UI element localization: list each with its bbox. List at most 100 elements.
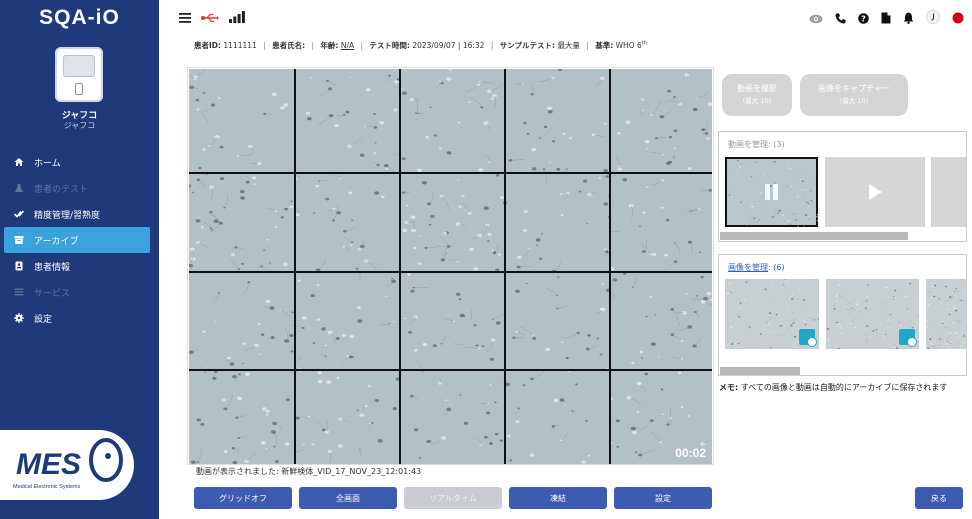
patient-id-label: 患者ID: (194, 41, 222, 50)
back-button[interactable]: 戻る (915, 487, 963, 509)
record-video-button[interactable]: 動画を撮影 (最大 10) (722, 74, 792, 116)
patient-name-label: 患者氏名: (272, 41, 306, 50)
sidebar-item-label: アーカイブ (34, 236, 79, 247)
images-scrollbar[interactable] (720, 367, 800, 375)
flask-icon (14, 183, 24, 193)
double-check-icon (13, 209, 25, 219)
memo-note: メモ: すべての画像と動画は自動的にアーカイブに保存されます (719, 382, 967, 394)
manage-videos-title: 動画を管理: (3) (728, 140, 785, 149)
capture-image-label: 画像をキャプチャー (818, 84, 890, 93)
video-thumbnail[interactable] (931, 157, 966, 227)
sidebar-item-label: 患者情報 (34, 262, 71, 273)
standard-superscript: th (641, 40, 647, 47)
sperm-cells-texture (189, 69, 712, 464)
video-settings-button[interactable]: 設定 (614, 487, 712, 509)
sidebar-item-label: サービス (34, 288, 71, 299)
sidebar-nav: ホーム 患者のテスト 精度管理/習熟度 アーカイブ 患者情報 サービス 設定 (4, 149, 150, 331)
bell-icon[interactable] (903, 9, 914, 28)
device-subname: ジャフコ (63, 121, 96, 130)
capture-buttons: 動画を撮影 (最大 10) 画像をキャプチャー (最大 10) (722, 74, 908, 116)
user-icon[interactable] (926, 9, 940, 28)
list-icon (14, 287, 24, 297)
freeze-button[interactable]: 凍結 (509, 487, 607, 509)
videos-scrollbar[interactable] (720, 232, 908, 240)
sidebar-item-label: 患者のテスト (34, 184, 89, 195)
standard-value: WHO 6 (615, 41, 642, 50)
status-dot-icon (952, 9, 964, 28)
manage-images-panel: 画像を管理: (6) (718, 254, 967, 376)
top-bar: ? (159, 0, 972, 34)
test-time-label: テスト時間: (369, 41, 410, 50)
grid-line (294, 69, 296, 464)
video-thumbnail[interactable] (725, 157, 820, 227)
patient-id-value: 1111111 (223, 41, 257, 50)
sidebar-item-archive[interactable]: アーカイブ (4, 227, 150, 253)
document-icon[interactable] (881, 9, 891, 28)
age-label: 年齢: (320, 41, 339, 50)
sidebar-item-label: 設定 (34, 314, 53, 325)
grid-line (189, 172, 712, 174)
sidebar-item-service: サービス (4, 279, 150, 305)
video-thumbnail[interactable] (825, 157, 925, 227)
grid-line (504, 69, 506, 464)
device-image (55, 47, 103, 102)
video-timecode: 00:02 (675, 446, 706, 460)
sidebar-item-label: 精度管理/習熟度 (34, 210, 101, 221)
phone-icon[interactable] (835, 9, 846, 28)
menu-icon[interactable] (179, 8, 191, 27)
microscope-video[interactable]: 00:02 (189, 69, 712, 464)
age-value: N/A (340, 41, 355, 50)
company-logo-subtext: Medical Electronic Systems (13, 484, 80, 490)
eye-icon[interactable] (809, 9, 823, 28)
help-icon[interactable]: ? (858, 9, 869, 28)
thumbnail-texture (926, 279, 966, 349)
image-thumbnail[interactable] (725, 279, 819, 349)
manage-images-link[interactable]: 画像を管理 (728, 263, 768, 272)
archived-badge-icon (899, 329, 917, 347)
sidebar-item-quality-control[interactable]: 精度管理/習熟度 (4, 201, 150, 227)
sidebar-item-patient-info[interactable]: 患者情報 (4, 253, 150, 279)
sidebar-item-settings[interactable]: 設定 (4, 305, 150, 331)
image-thumbnail[interactable] (826, 279, 919, 349)
manage-images-count: : (6) (768, 263, 785, 272)
test-time-value: 2023/09/07 | 16:32 (412, 41, 485, 50)
memo-text: すべての画像と動画は自動的にアーカイブに保存されます (738, 383, 948, 392)
manage-images-title[interactable]: 画像を管理: (6) (728, 262, 785, 273)
capture-image-limit: (最大 10) (839, 97, 869, 105)
grid-off-button[interactable]: グリッドオフ (194, 487, 292, 509)
patient-info-bar: 患者ID: 1111111 | 患者氏名: | 年齢: N/A | テスト時間:… (194, 40, 647, 51)
gear-icon (14, 313, 24, 323)
record-video-limit: (最大 10) (742, 97, 772, 105)
svg-text:?: ? (861, 14, 866, 23)
archived-badge-icon (799, 329, 817, 347)
manage-videos-panel: 動画を管理: (3) (718, 131, 967, 242)
sample-test-value: 最大量 (557, 41, 580, 50)
grid-line (609, 69, 611, 464)
sidebar: SQA-iO ジャフコ ジャフコ ホーム 患者のテスト 精度管理/習熟度 アーカ… (0, 0, 159, 519)
app-logo: SQA-iO (39, 6, 120, 29)
pause-icon (764, 184, 780, 200)
sample-test-label: サンプルテスト: (499, 41, 556, 50)
grid-line (189, 271, 712, 273)
capture-image-button[interactable]: 画像をキャプチャー (最大 10) (800, 74, 908, 116)
realtime-button: リアルタイム (404, 487, 502, 509)
patient-card-icon (14, 261, 24, 271)
record-video-label: 動画を撮影 (737, 84, 777, 93)
archive-icon (14, 235, 24, 245)
usb-icon (201, 8, 219, 27)
sidebar-item-patient-test: 患者のテスト (4, 175, 150, 201)
standard-label: 基準: (595, 41, 614, 50)
company-logo: MES Medical Electronic Systems (0, 430, 134, 500)
signal-icon (229, 8, 245, 27)
sidebar-item-home[interactable]: ホーム (4, 149, 150, 175)
memo-label: メモ: (719, 383, 739, 392)
image-thumbnail[interactable] (926, 279, 966, 349)
fullscreen-button[interactable]: 全画面 (299, 487, 397, 509)
home-icon (14, 157, 24, 167)
grid-line (189, 369, 712, 371)
video-viewer: 00:02 (187, 67, 714, 465)
sidebar-item-label: ホーム (34, 158, 61, 169)
video-controls: グリッドオフ 全画面 リアルタイム 凍結 設定 (194, 487, 712, 509)
play-icon (869, 184, 882, 200)
company-logo-text: MES (16, 448, 81, 481)
